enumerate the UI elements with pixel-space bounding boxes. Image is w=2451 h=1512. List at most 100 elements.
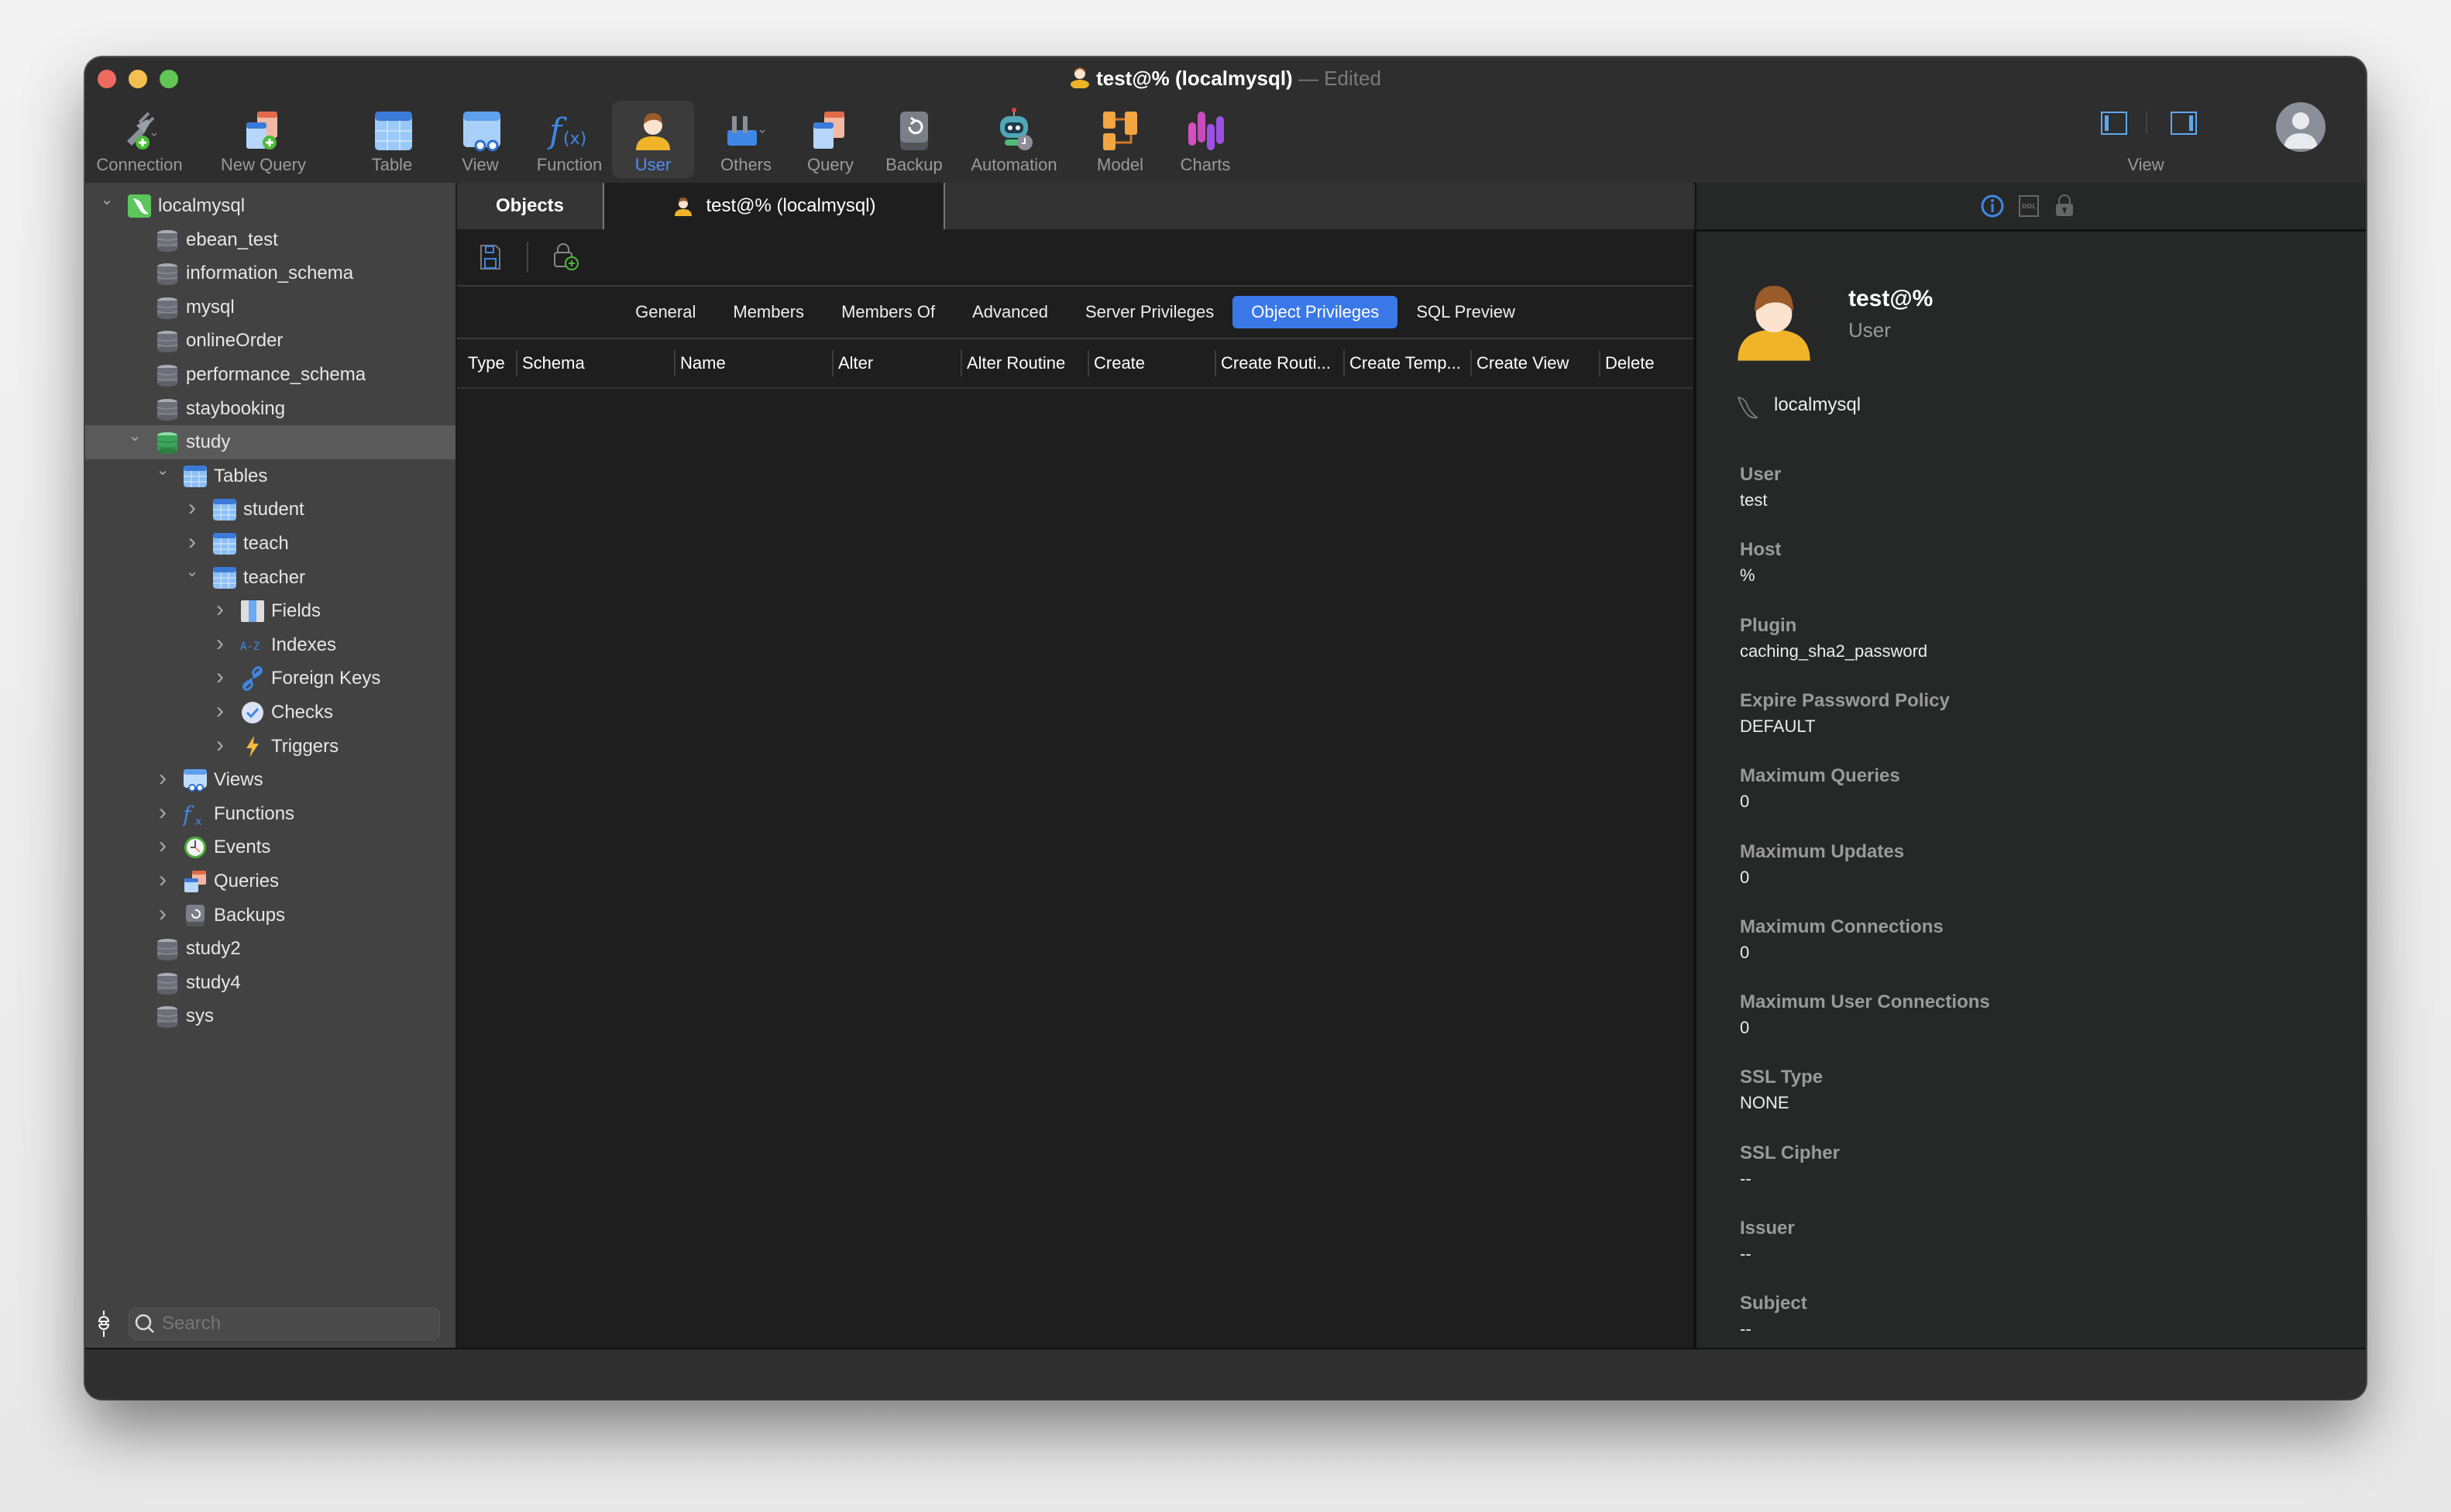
window-title-text: test@% (localmysql) [1096,67,1293,90]
column-header-create-routi-[interactable]: Create Routi... [1215,350,1346,376]
column-header-name[interactable]: Name [674,350,835,376]
chevron-right-icon[interactable]: › [155,767,170,790]
tree-item-information-schema[interactable]: information_schema [85,256,455,290]
column-header-delete[interactable]: Delete [1599,350,1690,376]
tree-item-events[interactable]: › Events [85,830,455,864]
search-input[interactable] [160,1312,419,1335]
subtab-members[interactable]: Members [714,296,823,328]
tree-item-views[interactable]: › Views [85,763,455,797]
subtab-server-privileges[interactable]: Server Privileges [1067,296,1232,328]
tab-objects[interactable]: Objects [457,183,604,229]
tree-item-staybooking[interactable]: staybooking [85,392,455,426]
tree-item-triggers[interactable]: › Triggers [85,730,455,764]
tree-item-checks[interactable]: › Checks [85,696,455,730]
column-header-alter[interactable]: Alter [832,350,964,376]
tree-item-teach[interactable]: › teach [85,527,455,561]
property-value: % [1740,565,1755,586]
chevron-right-icon[interactable]: › [155,868,170,892]
column-header-schema[interactable]: Schema [516,350,677,376]
backup-button[interactable]: Backup [875,101,953,178]
tree-item-study2[interactable]: study2 [85,932,455,966]
subtab-members-of[interactable]: Members Of [823,296,954,328]
tree-item-queries[interactable]: › Queries [85,864,455,899]
column-header-create-temp-[interactable]: Create Temp... [1343,350,1473,376]
chevron-right-icon[interactable]: › [212,665,228,689]
chevron-right-icon[interactable]: › [184,497,200,520]
tree-item-mysql[interactable]: mysql [85,290,455,325]
save-icon[interactable] [479,243,502,271]
svg-text:x: x [195,816,201,826]
tree-item-label: Indexes [271,634,337,655]
tree-item-ebean-test[interactable]: ebean_test [85,223,455,257]
chevron-down-icon[interactable]: ⌄ [155,462,170,478]
user-button[interactable]: User [612,101,694,178]
tree-item-localmysql[interactable]: ⌄ localmysql [85,189,455,223]
database-icon [155,328,180,353]
subtab-object-privileges[interactable]: Object Privileges [1232,296,1398,328]
tables-icon [183,464,208,489]
tree-item-functions[interactable]: › f x Functions [85,797,455,831]
subtab-sql-preview[interactable]: SQL Preview [1397,296,1534,328]
ddl-icon[interactable]: DDL [2019,195,2039,217]
toggle-right-panel-icon[interactable] [2171,112,2197,135]
chevron-down-icon[interactable]: ⌄ [99,192,115,208]
lock-icon[interactable] [2054,194,2075,217]
new-query-button[interactable]: New Query [209,101,318,178]
tree-item-tables[interactable]: ⌄ Tables [85,459,455,493]
tree-item-performance-schema[interactable]: performance_schema [85,358,455,392]
tree-item-teacher[interactable]: ⌄ teacher [85,561,455,595]
subtab-general[interactable]: General [617,296,714,328]
column-header-type[interactable]: Type [463,350,519,376]
chevron-right-icon[interactable]: › [212,699,228,723]
tree-item-study4[interactable]: study4 [85,966,455,1000]
chevron-right-icon[interactable]: › [212,733,228,756]
column-header-alter-routine[interactable]: Alter Routine [961,350,1091,376]
column-header-create[interactable]: Create [1088,350,1218,376]
editor-subtabs: General Members Members Of Advanced Server P… [457,287,1693,339]
database-icon [155,228,180,253]
model-label: Model [1097,155,1143,174]
database-icon [155,971,180,995]
tree-item-study[interactable]: ⌄ study [85,425,455,460]
property-value: 0 [1740,1018,1750,1038]
property-label: User [1740,464,1782,485]
tree-item-backups[interactable]: › Backups [85,899,455,933]
connection-plug-icon[interactable] [98,1311,110,1337]
tree-item-indexes[interactable]: › A-Z Indexes [85,628,455,662]
tree-item-foreign-keys[interactable]: › Foreign Keys [85,662,455,696]
subtab-advanced[interactable]: Advanced [954,296,1067,328]
tree-item-onlineorder[interactable]: onlineOrder [85,324,455,358]
chevron-right-icon[interactable]: › [212,598,228,621]
query-button[interactable]: Query [792,101,869,178]
info-panel-tabs: DDL [1695,183,2366,232]
info-icon[interactable] [1980,194,2005,218]
column-header-create-view[interactable]: Create View [1470,350,1602,376]
view-button[interactable]: View [442,101,519,178]
model-button[interactable]: Model [1081,101,1159,178]
property-label: Host [1740,539,1782,561]
chevron-right-icon[interactable]: › [155,834,170,857]
chevron-right-icon[interactable]: › [212,631,228,655]
chevron-down-icon[interactable]: ⌄ [184,564,200,579]
chevron-right-icon[interactable]: › [155,902,170,925]
add-privilege-icon[interactable] [552,242,579,271]
others-button[interactable]: Others [705,101,787,178]
chevron-right-icon[interactable]: › [184,531,200,554]
automation-button[interactable]: Automation [956,101,1072,178]
tree-item-fields[interactable]: › Fields [85,594,455,628]
chevron-right-icon[interactable]: › [155,800,170,823]
tree-item-student[interactable]: › student [85,493,455,527]
tab-user-editor[interactable]: test@% (localmysql) [604,183,945,229]
charts-button[interactable]: Charts [1167,101,1244,178]
sidebar-search[interactable] [129,1308,440,1340]
toggle-left-sidebar-icon[interactable] [2101,112,2127,135]
database-icon [155,936,180,961]
function-icon: fx [181,802,208,828]
function-button[interactable]: f (x) Function [527,101,612,178]
chevron-down-icon[interactable]: ⌄ [127,428,143,444]
account-avatar[interactable] [2276,102,2326,152]
connection-button[interactable]: Connection [93,101,186,178]
table-button[interactable]: Table [353,101,431,178]
divider [2146,112,2147,133]
tree-item-sys[interactable]: sys [85,999,455,1033]
